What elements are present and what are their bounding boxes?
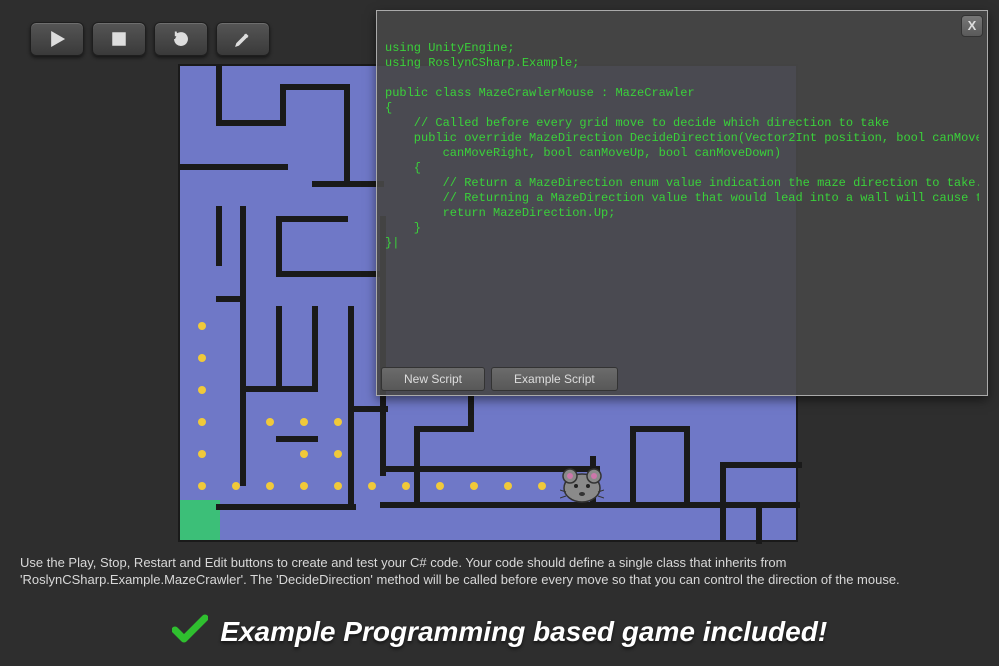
dot — [198, 322, 206, 330]
goal-tile — [180, 500, 220, 540]
dot — [198, 450, 206, 458]
dot — [538, 482, 546, 490]
dot — [334, 418, 342, 426]
dot — [504, 482, 512, 490]
dot — [402, 482, 410, 490]
dot — [198, 482, 206, 490]
dot — [198, 386, 206, 394]
close-button[interactable]: X — [961, 15, 983, 37]
banner-text: Example Programming based game included! — [220, 618, 827, 646]
dot — [198, 354, 206, 362]
toolbar — [30, 22, 270, 56]
code-editor[interactable]: using UnityEngine; using RoslynCSharp.Ex… — [385, 41, 979, 359]
mouse-sprite — [560, 466, 604, 506]
pencil-icon — [234, 30, 252, 48]
dot — [300, 482, 308, 490]
dot — [198, 418, 206, 426]
dot — [232, 482, 240, 490]
dot — [334, 450, 342, 458]
dot — [334, 482, 342, 490]
code-editor-panel: X using UnityEngine; using RoslynCSharp.… — [376, 10, 988, 396]
check-icon — [172, 614, 208, 649]
restart-icon — [172, 30, 190, 48]
restart-button[interactable] — [154, 22, 208, 56]
play-icon — [48, 30, 66, 48]
dot — [436, 482, 444, 490]
stop-icon — [110, 30, 128, 48]
stop-button[interactable] — [92, 22, 146, 56]
dot — [266, 418, 274, 426]
dot — [368, 482, 376, 490]
dot — [300, 418, 308, 426]
instructions-text: Use the Play, Stop, Restart and Edit but… — [20, 554, 979, 588]
dot — [300, 450, 308, 458]
dot — [470, 482, 478, 490]
dot — [266, 482, 274, 490]
play-button[interactable] — [30, 22, 84, 56]
new-script-button[interactable]: New Script — [381, 367, 485, 391]
example-script-button[interactable]: Example Script — [491, 367, 618, 391]
edit-button[interactable] — [216, 22, 270, 56]
banner: Example Programming based game included! — [0, 614, 999, 649]
